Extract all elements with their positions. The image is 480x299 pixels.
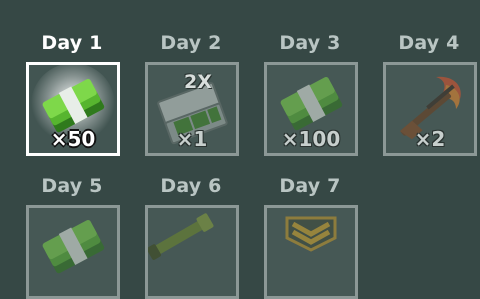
- multiplier-badge: 2X: [184, 71, 212, 93]
- reward-tile[interactable]: [264, 205, 358, 299]
- day-label: Day 6: [160, 175, 222, 197]
- reward-tile[interactable]: ×100: [264, 62, 358, 156]
- rank-chevron-icon: [285, 216, 337, 252]
- day-label: Day 7: [279, 175, 341, 197]
- reward-quantity: ×2: [414, 127, 446, 151]
- reward-tile[interactable]: 2X ×1: [145, 62, 239, 156]
- reward-tile[interactable]: [145, 205, 239, 299]
- reward-tile[interactable]: ×2: [383, 62, 477, 156]
- reward-tile[interactable]: [26, 205, 120, 299]
- reward-quantity: ×100: [281, 127, 341, 151]
- reward-tile[interactable]: ×50: [26, 62, 120, 156]
- day-label: Day 2: [160, 32, 222, 54]
- reward-quantity: ×50: [50, 127, 96, 151]
- cash-stack-icon: [42, 220, 105, 274]
- rocket-launcher-icon: [148, 213, 214, 260]
- day-label: Day 3: [279, 32, 341, 54]
- reward-quantity: ×1: [176, 127, 208, 151]
- day-label: Day 1: [41, 32, 103, 54]
- day-label: Day 5: [41, 175, 103, 197]
- day-label: Day 4: [398, 32, 460, 54]
